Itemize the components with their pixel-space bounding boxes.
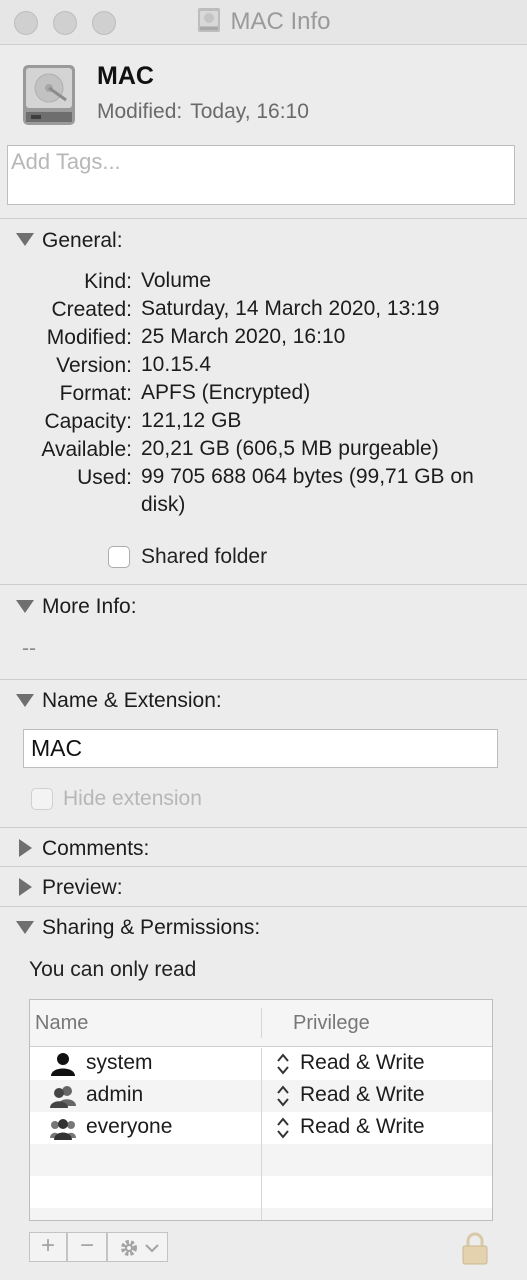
- up-down-chevron-icon[interactable]: [275, 1052, 291, 1076]
- version-value: 10.15.4: [141, 353, 212, 376]
- single-user-icon: [51, 1053, 75, 1076]
- column-divider: [261, 1008, 262, 1038]
- section-more-info-title[interactable]: More Info:: [42, 595, 137, 619]
- divider: [0, 866, 527, 867]
- capacity-label: Capacity:: [44, 410, 132, 433]
- disclosure-triangle-down-icon[interactable]: [16, 694, 34, 707]
- section-comments-title[interactable]: Comments:: [42, 837, 149, 861]
- used-value: 99 705 688 064 bytes (99,71 GB on disk): [141, 465, 474, 516]
- tags-placeholder: Add Tags...: [11, 149, 121, 174]
- shared-folder-label[interactable]: Shared folder: [141, 545, 267, 569]
- hide-extension-label[interactable]: Hide extension: [63, 787, 202, 811]
- divider: [0, 827, 527, 828]
- more-info-value: --: [22, 637, 36, 660]
- section-preview-title[interactable]: Preview:: [42, 876, 123, 900]
- remove-button[interactable]: −: [67, 1232, 107, 1262]
- modified-row-value: 25 March 2020, 16:10: [141, 325, 346, 348]
- disclosure-triangle-down-icon[interactable]: [16, 600, 34, 613]
- window-title-text: MAC Info: [230, 8, 331, 35]
- everyone-group-icon: [50, 1119, 76, 1140]
- shared-folder-checkbox[interactable]: [108, 546, 130, 568]
- user-name: everyone: [86, 1115, 173, 1138]
- section-name-extension-title[interactable]: Name & Extension:: [42, 689, 222, 713]
- column-header-privilege[interactable]: Privilege: [293, 1012, 370, 1035]
- divider: [0, 906, 527, 907]
- divider: [0, 584, 527, 585]
- created-label: Created:: [51, 298, 132, 321]
- gear-icon: [121, 1240, 137, 1256]
- user-name: system: [86, 1051, 153, 1074]
- kind-label: Kind:: [84, 270, 132, 293]
- section-sharing-permissions-title[interactable]: Sharing & Permissions:: [42, 916, 260, 940]
- version-label: Version:: [56, 354, 132, 377]
- available-value: 20,21 GB (606,5 MB purgeable): [141, 437, 439, 460]
- available-label: Available:: [41, 438, 132, 461]
- up-down-chevron-icon[interactable]: [275, 1084, 291, 1108]
- disclosure-triangle-down-icon[interactable]: [16, 921, 34, 934]
- column-divider: [261, 1048, 262, 1220]
- hard-drive-icon: [23, 65, 75, 125]
- action-menu-button[interactable]: [107, 1232, 168, 1262]
- modified-label: Modified:: [97, 100, 183, 123]
- kind-value: Volume: [141, 269, 212, 292]
- modified-summary: Modified: Today, 16:10: [97, 100, 317, 124]
- format-value: APFS (Encrypted): [141, 381, 311, 404]
- tags-field[interactable]: Add Tags...: [7, 145, 515, 205]
- lock-icon[interactable]: [461, 1231, 489, 1265]
- modified-value: Today, 16:10: [190, 100, 309, 123]
- section-general-title[interactable]: General:: [42, 229, 123, 253]
- add-button[interactable]: +: [29, 1232, 67, 1262]
- divider: [0, 679, 527, 680]
- capacity-value: 121,12 GB: [141, 409, 242, 432]
- hide-extension-checkbox[interactable]: [31, 788, 53, 810]
- item-name: MAC: [97, 62, 154, 90]
- modified-row-label: Modified:: [46, 326, 132, 349]
- divider: [0, 218, 527, 219]
- permission-status: You can only read: [29, 958, 197, 981]
- privilege-value[interactable]: Read & Write: [300, 1083, 425, 1107]
- group-icon: [50, 1086, 76, 1108]
- user-name: admin: [86, 1083, 144, 1106]
- used-label: Used:: [77, 466, 132, 489]
- disclosure-triangle-right-icon[interactable]: [19, 878, 32, 896]
- privilege-value[interactable]: Read & Write: [300, 1115, 425, 1139]
- format-label: Format:: [59, 382, 132, 405]
- chevron-down-icon: [145, 1244, 159, 1253]
- created-value: Saturday, 14 March 2020, 13:19: [141, 297, 440, 320]
- permissions-table: Name Privilege system Read & Write admin…: [29, 999, 493, 1221]
- privilege-value[interactable]: Read & Write: [300, 1051, 425, 1075]
- disclosure-triangle-right-icon[interactable]: [19, 839, 32, 857]
- name-field[interactable]: MAC: [23, 729, 498, 768]
- window-title: MAC Info: [0, 7, 527, 36]
- up-down-chevron-icon[interactable]: [275, 1116, 291, 1140]
- column-header-name[interactable]: Name: [35, 1012, 88, 1035]
- disclosure-triangle-down-icon[interactable]: [16, 233, 34, 246]
- hard-drive-icon: [198, 8, 221, 32]
